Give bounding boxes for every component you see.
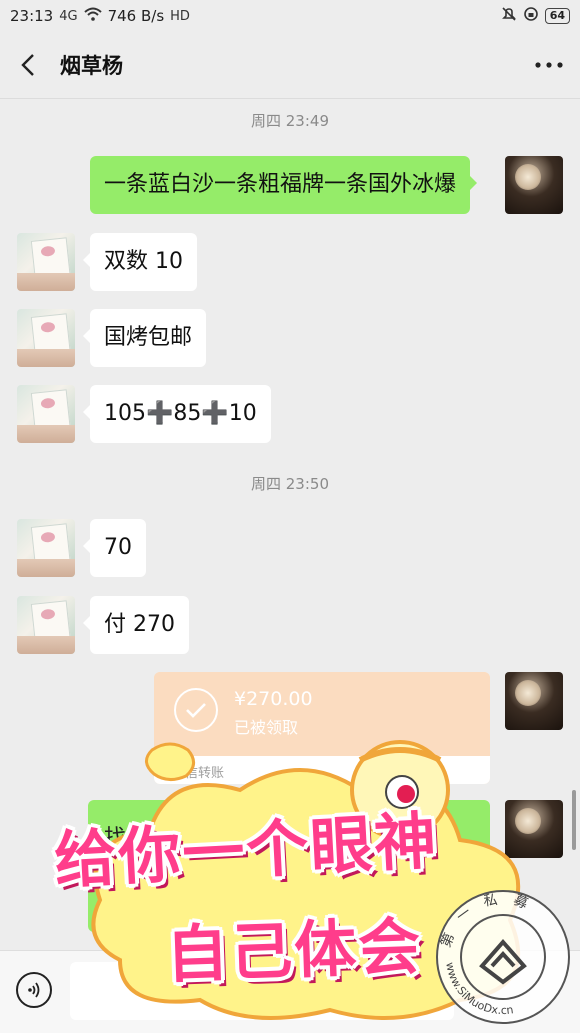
- message-bubble-incoming[interactable]: 付 270: [83, 596, 189, 654]
- rotation-lock-icon: [523, 6, 539, 26]
- message-bubble-incoming[interactable]: 105➕85➕10: [83, 385, 271, 443]
- transfer-amount: ¥270.00: [234, 688, 313, 710]
- chat-header: 烟草杨: [0, 32, 580, 98]
- message-bubble-incoming[interactable]: 国烤包邮: [82, 309, 207, 367]
- avatar-contact[interactable]: [17, 596, 75, 654]
- watermark-logo: 第一私募 www.SiMuoDx.cn: [432, 886, 574, 1028]
- checkmark-icon: [174, 688, 218, 732]
- mute-bell-icon: [501, 6, 517, 26]
- message-bubble-incoming[interactable]: 70: [83, 519, 146, 577]
- network-speed: 746 B/s: [107, 7, 165, 25]
- more-dots-icon[interactable]: [534, 53, 564, 77]
- avatar-self[interactable]: [505, 672, 563, 730]
- status-right: 64: [501, 6, 570, 26]
- avatar-contact[interactable]: [17, 385, 75, 443]
- chevron-left-icon[interactable]: [16, 53, 40, 77]
- wifi-icon: [83, 7, 102, 25]
- battery-indicator: 64: [544, 8, 570, 24]
- header-divider: [0, 98, 580, 99]
- avatar-contact[interactable]: [17, 309, 75, 367]
- timestamp: 周四 23:50: [251, 475, 329, 493]
- avatar-self[interactable]: [505, 156, 563, 214]
- signal-icon: 4G: [59, 8, 78, 24]
- message-bubble-outgoing[interactable]: 一条蓝白沙一条粗福牌一条国外冰爆: [90, 156, 478, 214]
- status-bar: 23:13 4G 746 B/s HD 64: [0, 0, 580, 32]
- avatar-contact[interactable]: [17, 519, 75, 577]
- timestamp: 周四 23:49: [251, 112, 329, 130]
- status-left: 23:13 4G 746 B/s HD: [10, 7, 190, 25]
- status-time: 23:13: [10, 7, 54, 25]
- avatar-contact[interactable]: [17, 233, 75, 291]
- hd-icon: HD: [170, 8, 190, 24]
- message-bubble-incoming[interactable]: 双数 10: [83, 233, 197, 291]
- chat-title: 烟草杨: [60, 54, 123, 78]
- sticker-caption-line2: 自己体会: [164, 909, 424, 992]
